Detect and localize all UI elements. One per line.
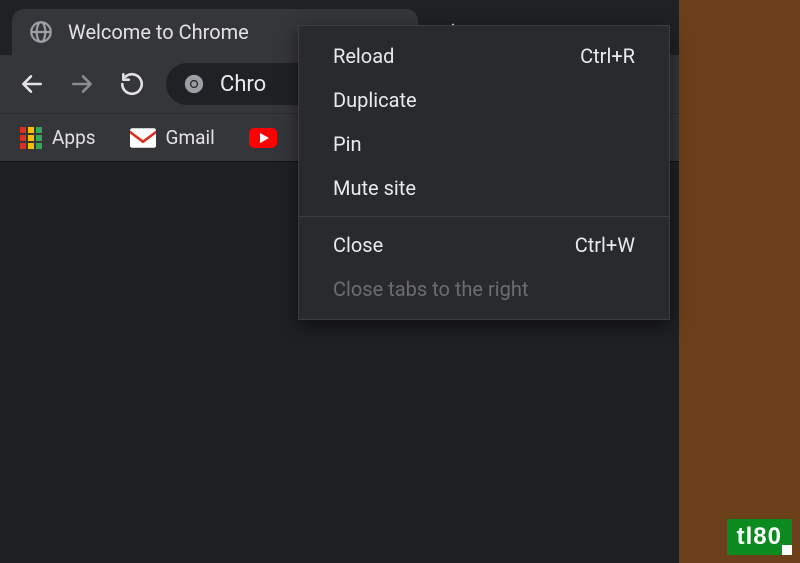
menu-reload-label: Reload [333, 44, 394, 68]
tab-context-menu: Reload Ctrl+R Duplicate Pin Mute site Cl… [298, 25, 670, 320]
globe-icon [28, 19, 54, 45]
menu-duplicate-label: Duplicate [333, 88, 417, 112]
menu-close-label: Close [333, 233, 383, 257]
menu-close-right-label: Close tabs to the right [333, 277, 528, 301]
menu-pin[interactable]: Pin [299, 122, 669, 166]
watermark: tl80 [727, 519, 792, 555]
reload-button[interactable] [110, 62, 154, 106]
apps-icon [20, 127, 42, 149]
menu-mute-label: Mute site [333, 176, 416, 200]
gmail-bookmark[interactable]: Gmail [124, 122, 221, 153]
address-text: Chro [220, 72, 266, 97]
menu-divider [299, 216, 669, 217]
menu-close-shortcut: Ctrl+W [575, 233, 635, 257]
menu-reload[interactable]: Reload Ctrl+R [299, 34, 669, 78]
menu-close[interactable]: Close Ctrl+W [299, 223, 669, 267]
menu-close-right: Close tabs to the right [299, 267, 669, 311]
menu-duplicate[interactable]: Duplicate [299, 78, 669, 122]
menu-reload-shortcut: Ctrl+R [580, 44, 635, 68]
menu-pin-label: Pin [333, 132, 362, 156]
back-button[interactable] [10, 62, 54, 106]
youtube-icon [249, 128, 277, 148]
apps-label: Apps [52, 126, 96, 149]
watermark-text: tl80 [737, 523, 782, 550]
gmail-icon [130, 128, 156, 148]
watermark-corner [782, 545, 792, 555]
youtube-bookmark[interactable] [243, 124, 283, 152]
menu-mute[interactable]: Mute site [299, 166, 669, 210]
apps-shortcut[interactable]: Apps [14, 122, 102, 153]
chrome-icon [182, 72, 206, 96]
gmail-label: Gmail [166, 126, 215, 149]
forward-button[interactable] [60, 62, 104, 106]
